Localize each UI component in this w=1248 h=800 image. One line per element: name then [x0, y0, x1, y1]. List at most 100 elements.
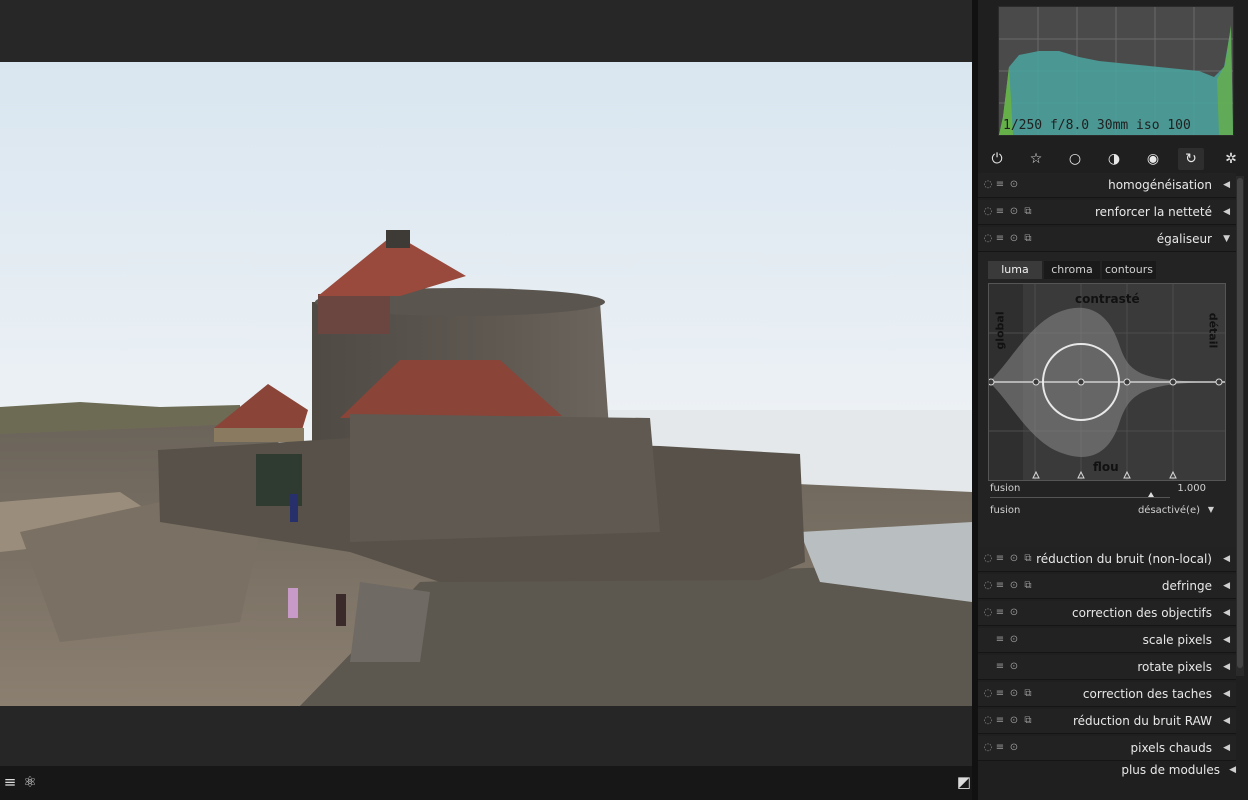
more-modules[interactable]: plus de modules ◀: [978, 758, 1236, 782]
module-modules_bottom-3[interactable]: ≡ ⊙ scale pixels ◀: [978, 628, 1236, 653]
scrollbar-thumb[interactable]: [1237, 178, 1243, 668]
equalizer-curve-graph[interactable]: contrasté flou global détail: [987, 283, 1226, 481]
on-off-icon[interactable]: ◌: [982, 601, 994, 625]
image-canvas[interactable]: [0, 62, 972, 706]
reset-icon[interactable]: ⊙: [1008, 227, 1020, 251]
on-off-icon[interactable]: ◌: [982, 227, 994, 251]
correct-group-icon[interactable]: ↻: [1178, 148, 1204, 170]
module-modules_bottom-1[interactable]: ◌ ≡ ⊙ ⧉ defringe ◀: [978, 574, 1236, 599]
tone-group-icon[interactable]: ◑: [1101, 148, 1127, 170]
multi-instance-icon[interactable]: ⧉: [1022, 227, 1034, 251]
expand-arrow-icon[interactable]: ◀: [1223, 709, 1230, 733]
color-group-icon[interactable]: ◉: [1140, 148, 1166, 170]
exif-info: 1/250 f/8.0 30mm iso 100: [1003, 118, 1191, 133]
fusion-combobox-label: fusion: [990, 505, 1021, 516]
right-panel: 1/250 f/8.0 30mm iso 100 ⏻ ☆ ○ ◑ ◉ ↻ ✲ luma ch…: [978, 0, 1248, 800]
histogram[interactable]: 1/250 f/8.0 30mm iso 100: [998, 6, 1234, 136]
reset-icon[interactable]: ⊙: [1008, 200, 1020, 224]
menu-icon[interactable]: ≡: [0, 772, 20, 792]
module-modules_bottom-7[interactable]: ◌ ≡ ⊙ pixels chauds ◀: [978, 736, 1236, 761]
tab-chroma[interactable]: chroma: [1044, 261, 1100, 279]
tab-luma[interactable]: luma: [988, 261, 1042, 279]
reset-icon[interactable]: ⊙: [1008, 709, 1020, 733]
multi-instance-icon[interactable]: ⧉: [1022, 547, 1034, 571]
on-off-icon[interactable]: ◌: [982, 574, 994, 598]
on-off-icon[interactable]: ◌: [982, 173, 994, 197]
on-off-icon[interactable]: ◌: [982, 682, 994, 706]
reset-icon[interactable]: ⊙: [1008, 547, 1020, 571]
expand-arrow-icon[interactable]: ◀: [1223, 574, 1230, 598]
on-off-icon[interactable]: ◌: [982, 200, 994, 224]
presets-menu-icon[interactable]: ≡: [994, 227, 1006, 251]
presets-menu-icon[interactable]: ≡: [994, 200, 1006, 224]
expand-arrow-icon[interactable]: ◀: [1223, 628, 1230, 652]
basic-group-circle-icon[interactable]: ○: [1062, 148, 1088, 170]
reset-icon[interactable]: ⊙: [1008, 628, 1020, 652]
presets-menu-icon[interactable]: ≡: [994, 601, 1006, 625]
fusion-slider-label: fusion: [990, 483, 1021, 494]
presets-menu-icon[interactable]: ≡: [994, 547, 1006, 571]
module-label: réduction du bruit (non-local): [1036, 552, 1212, 566]
multi-instance-icon[interactable]: ⧉: [1022, 709, 1034, 733]
module-modules_bottom-0[interactable]: ◌ ≡ ⊙ ⧉ réduction du bruit (non-local) ◀: [978, 547, 1236, 572]
expand-arrow-icon[interactable]: ◀: [1223, 736, 1230, 760]
presets-menu-icon[interactable]: ≡: [994, 628, 1006, 652]
module-modules_bottom-2[interactable]: ◌ ≡ ⊙ correction des objectifs ◀: [978, 601, 1236, 626]
reset-icon[interactable]: ⊙: [1008, 736, 1020, 760]
multi-instance-icon[interactable]: ⧉: [1022, 682, 1034, 706]
reset-icon[interactable]: ⊙: [1008, 173, 1020, 197]
favorites-star-icon[interactable]: ☆: [1023, 148, 1049, 170]
module-modules_bottom-6[interactable]: ◌ ≡ ⊙ ⧉ réduction du bruit RAW ◀: [978, 709, 1236, 734]
fusion-slider-track[interactable]: [990, 497, 1170, 498]
power-icon[interactable]: ⏻: [984, 148, 1010, 170]
panel-scrollbar[interactable]: [1236, 176, 1244, 676]
more-modules-label: plus de modules: [1121, 763, 1220, 777]
expand-arrow-icon[interactable]: ◀: [1223, 547, 1230, 571]
fusion-slider-handle[interactable]: [1148, 492, 1154, 497]
fusion-slider-value: 1.000: [1177, 483, 1206, 494]
styles-icon[interactable]: ⚛: [20, 772, 40, 792]
module-label: correction des objectifs: [1072, 606, 1212, 620]
reset-icon[interactable]: ⊙: [1008, 574, 1020, 598]
equalizer-curve: [987, 284, 1225, 480]
module-modules_top-1[interactable]: ◌ ≡ ⊙ ⧉ renforcer la netteté ◀: [978, 200, 1236, 225]
presets-menu-icon[interactable]: ≡: [994, 709, 1006, 733]
expand-arrow-icon[interactable]: ◀: [1223, 173, 1230, 197]
bottom-toolbar: ≡ ⚛ ◩: [0, 766, 972, 800]
presets-menu-icon[interactable]: ≡: [994, 736, 1006, 760]
reset-icon[interactable]: ⊙: [1008, 682, 1020, 706]
expand-arrow-icon[interactable]: ◀: [1223, 655, 1230, 679]
effects-group-icon[interactable]: ✲: [1218, 148, 1244, 170]
reset-icon[interactable]: ⊙: [1008, 655, 1020, 679]
expand-arrow-icon[interactable]: ◀: [1223, 601, 1230, 625]
chevron-down-icon: ▼: [1207, 505, 1214, 514]
viewport-top-border: [0, 0, 972, 62]
expand-arrow-icon[interactable]: ◀: [1223, 682, 1230, 706]
module-label: scale pixels: [1142, 633, 1212, 647]
reset-icon[interactable]: ⊙: [1008, 601, 1020, 625]
expand-arrow-icon[interactable]: ◀: [1223, 200, 1230, 224]
on-off-icon[interactable]: ◌: [982, 547, 994, 571]
collapse-arrow-icon[interactable]: ▼: [1223, 227, 1230, 251]
module-modules_top-0[interactable]: ◌ ≡ ⊙ homogénéisation ◀: [978, 173, 1236, 198]
fusion-combobox[interactable]: fusion désactivé(e) ▼: [990, 505, 1220, 525]
on-off-icon[interactable]: ◌: [982, 709, 994, 733]
graph-label-bottom: flou: [1093, 460, 1119, 474]
graph-label-left: global: [993, 311, 1007, 350]
module-modules_bottom-4[interactable]: ≡ ⊙ rotate pixels ◀: [978, 655, 1236, 680]
module-modules_bottom-5[interactable]: ◌ ≡ ⊙ ⧉ correction des taches ◀: [978, 682, 1236, 707]
presets-menu-icon[interactable]: ≡: [994, 574, 1006, 598]
module-label: égaliseur: [1156, 232, 1212, 246]
presets-menu-icon[interactable]: ≡: [994, 682, 1006, 706]
presets-menu-icon[interactable]: ≡: [994, 655, 1006, 679]
tab-contours[interactable]: contours: [1102, 261, 1156, 279]
module-modules_top-2[interactable]: ◌ ≡ ⊙ ⧉ égaliseur ▼: [978, 227, 1236, 252]
photo-fort-on-beach: [0, 62, 972, 706]
compare-toggle-icon[interactable]: ◩: [954, 772, 974, 792]
on-off-icon[interactable]: ◌: [982, 736, 994, 760]
multi-instance-icon[interactable]: ⧉: [1022, 200, 1034, 224]
fusion-slider[interactable]: fusion 1.000: [990, 483, 1220, 503]
graph-label-right: détail: [1206, 312, 1220, 349]
presets-menu-icon[interactable]: ≡: [994, 173, 1006, 197]
multi-instance-icon[interactable]: ⧉: [1022, 574, 1034, 598]
